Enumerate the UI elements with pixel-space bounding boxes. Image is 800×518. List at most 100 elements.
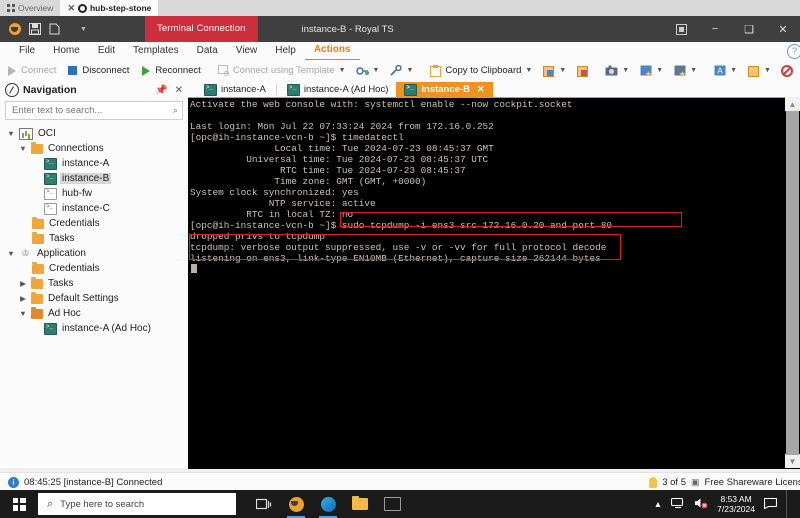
volume-muted-icon[interactable] [694,497,708,511]
window-tab-hub-step-stone[interactable]: ✕ hub-step-stone [60,0,159,16]
menu-item-help[interactable]: Help [266,42,305,60]
menu-item-data[interactable]: Data [188,42,227,60]
chevron-down-icon[interactable]: ▼ [406,67,413,74]
chevron-down-icon[interactable]: ▼ [525,67,532,74]
tree-item-instance-a[interactable]: instance-A [4,156,188,171]
session-tab-instance-b[interactable]: instance-B ✕ [396,82,493,97]
session-tab-instance-a-ad-hoc[interactable]: instance-A (Ad Hoc) [279,82,396,97]
help-icon[interactable]: ? [787,43,800,59]
chevron-down-icon[interactable]: ▼ [730,67,737,74]
window-tab-overview[interactable]: Overview [0,0,61,16]
clipboard-options-button[interactable]: ▼ [742,60,776,81]
disconnect-button[interactable]: Disconnect [61,60,134,81]
terminal-output[interactable]: Activate the web console with: systemctl… [188,97,800,469]
close-icon[interactable]: ✕ [766,16,800,42]
tree-item-oci[interactable]: ▼ OCI [4,126,188,141]
restore-layout-icon[interactable] [664,16,698,42]
chevron-down-icon[interactable]: ▼ [6,249,16,258]
chevron-down-icon[interactable]: ▼ [18,309,28,318]
chevron-down-icon[interactable]: ▼ [764,67,771,74]
network-icon[interactable] [671,497,685,511]
notifications-icon[interactable] [763,497,778,511]
royal-ts-icon [288,496,304,512]
chevron-down-icon[interactable]: ▼ [373,67,380,74]
search-icon[interactable]: ⌕ [173,105,178,116]
chevron-down-icon[interactable]: ▼ [6,129,16,138]
connect-using-template-button[interactable]: Connect using Template ▼ [212,60,351,81]
menu-item-templates[interactable]: Templates [124,42,188,60]
save-icon[interactable] [28,23,41,36]
show-desktop-button[interactable] [786,490,792,518]
taskbar-clock[interactable]: 8:53 AM 7/23/2024 [717,494,755,514]
taskbar-search[interactable]: ⌕ Type here to search [38,493,236,515]
scroll-down-icon[interactable]: ▼ [785,454,800,468]
reconnect-button[interactable]: Reconnect [134,60,205,81]
tree-item-instance-a-ad-hoc[interactable]: instance-A (Ad Hoc) [4,321,188,336]
taskbar-app-edge[interactable] [312,490,344,518]
credentials-dropdown[interactable]: ▼ [351,60,385,81]
new-document-icon[interactable] [48,23,61,36]
chevron-down-icon[interactable]: ▼ [622,67,629,74]
favorite-image-button[interactable]: ▼ [668,60,702,81]
tools-dropdown[interactable]: ▼ [384,60,418,81]
tree-item-instance-c[interactable]: instance-C [4,201,188,216]
chevron-down-icon[interactable]: ▼ [339,67,346,74]
tree-item-default-settings[interactable]: ▶ Default Settings [4,291,188,306]
tree-item-label: instance-C [62,203,110,214]
scrollbar-track[interactable] [785,111,800,455]
connect-button[interactable]: Connect [0,60,61,81]
paste-button[interactable]: ▼ [537,60,571,81]
close-icon[interactable]: ✕ [175,85,183,96]
record-stop-button[interactable] [776,60,799,81]
chevron-right-icon[interactable]: ▶ [18,279,28,288]
royal-logo-icon[interactable] [8,23,21,36]
close-icon[interactable]: ✕ [477,84,485,95]
menu-item-file[interactable]: File [10,42,44,60]
maximize-icon[interactable]: ❑ [732,16,766,42]
navigation-search[interactable]: ⌕ [5,101,183,120]
search-input[interactable] [10,104,173,117]
chevron-down-icon[interactable]: ▼ [18,144,28,153]
customize-qat-icon[interactable]: ▼ [77,23,90,36]
chevron-down-icon[interactable]: ▼ [656,67,663,74]
tree-item-credentials-oci[interactable]: Credentials [4,216,188,231]
scrollbar-thumb[interactable] [786,111,799,455]
font-button[interactable]: A ▼ [708,60,742,81]
tree-item-hub-fw[interactable]: hub-fw [4,186,188,201]
paste-special-button[interactable] [571,60,594,81]
minimize-icon[interactable]: − [698,16,732,42]
chevron-down-icon[interactable]: ▼ [690,67,697,74]
pin-icon[interactable]: 📌 [155,85,167,96]
menu-item-actions[interactable]: Actions [304,41,360,61]
session-area: instance-A instance-A (Ad Hoc) instance-… [188,81,800,469]
terminal-scrollbar[interactable]: ▲ ▼ [785,97,800,468]
tree-item-credentials-app[interactable]: Credentials [4,261,188,276]
taskbar-app-file-explorer[interactable] [344,490,376,518]
tree-item-tasks-oci[interactable]: Tasks [4,231,188,246]
show-hidden-icons-icon[interactable]: ▲ [654,499,662,509]
folder-icon [31,276,43,289]
tree-item-tasks-app[interactable]: ▶ Tasks [4,276,188,291]
tree-item-label: OCI [38,128,56,139]
taskbar-app-terminal[interactable] [376,490,408,518]
chevron-right-icon[interactable]: ▶ [18,294,28,303]
taskbar-app-royal-ts[interactable] [280,490,312,518]
folder-icon [32,261,44,274]
favorite-add-button[interactable]: ▼ [634,60,668,81]
menu-item-edit[interactable]: Edit [89,42,124,60]
license-label[interactable]: Free Shareware License [705,477,800,488]
menu-item-home[interactable]: Home [44,42,89,60]
tree-item-instance-b[interactable]: instance-B [4,171,188,186]
scroll-up-icon[interactable]: ▲ [785,97,800,111]
screenshot-button[interactable]: ▼ [600,60,634,81]
tree-item-connections[interactable]: ▼ Connections [4,141,188,156]
menu-item-view[interactable]: View [227,42,267,60]
close-icon[interactable]: ✕ [67,3,75,14]
chevron-down-icon[interactable]: ▼ [559,67,566,74]
tree-item-application[interactable]: ▼ ♔ Application [4,246,188,261]
session-tab-instance-a[interactable]: instance-A [196,82,274,97]
start-button[interactable] [0,490,38,518]
tree-item-ad-hoc[interactable]: ▼ Ad Hoc [4,306,188,321]
copy-to-clipboard-button[interactable]: Copy to Clipboard ▼ [424,60,537,81]
task-view-icon[interactable] [248,490,280,518]
